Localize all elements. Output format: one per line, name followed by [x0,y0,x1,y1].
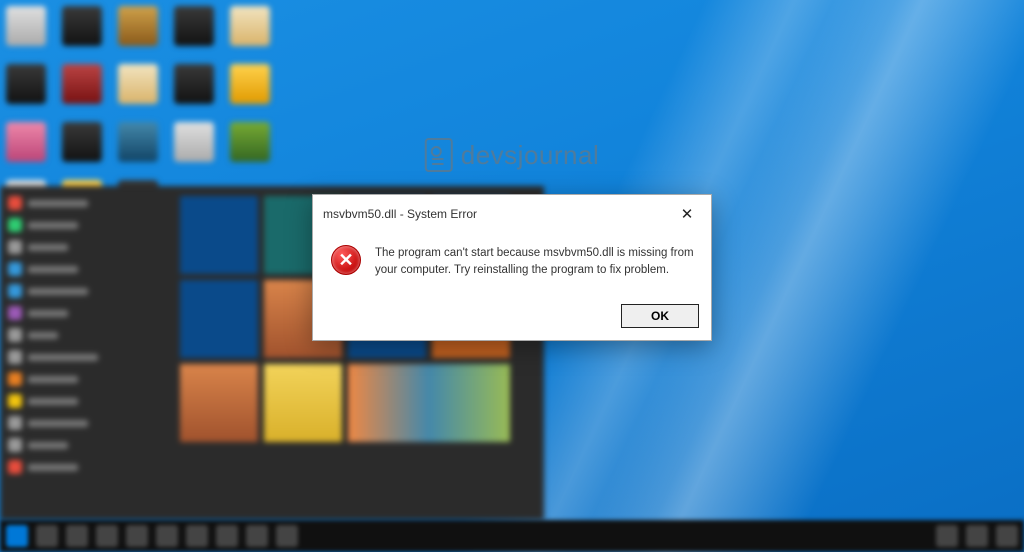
desktop-icon[interactable] [118,122,158,162]
desktop-icon[interactable] [6,64,46,104]
taskbar [0,520,1024,552]
dialog-message: The program can't start because msvbvm50… [375,245,695,278]
tray-icon[interactable] [996,525,1018,547]
list-item[interactable] [8,460,162,474]
taskbar-icon[interactable] [276,525,298,547]
taskbar-icon[interactable] [216,525,238,547]
list-item[interactable] [8,196,162,210]
error-x-icon: ✕ [338,251,353,269]
tray-icon[interactable] [936,525,958,547]
desktop-icon[interactable] [6,122,46,162]
desktop-icon[interactable] [6,6,46,46]
dialog-body: ✕ The program can't start because msvbvm… [313,231,711,296]
start-tile[interactable] [180,364,258,442]
desktop-icon[interactable] [230,64,270,104]
taskbar-icon[interactable] [36,525,58,547]
tray-icon[interactable] [966,525,988,547]
devsjournal-logo-icon [425,138,453,172]
list-item[interactable] [8,394,162,408]
close-button[interactable]: ✕ [673,203,701,225]
start-tile[interactable] [180,280,258,358]
close-icon: ✕ [681,205,694,223]
desktop-icon[interactable] [174,122,214,162]
taskbar-icon[interactable] [246,525,268,547]
list-item[interactable] [8,350,162,364]
list-item[interactable] [8,416,162,430]
start-button[interactable] [6,525,28,547]
list-item[interactable] [8,438,162,452]
list-item[interactable] [8,372,162,386]
list-item[interactable] [8,284,162,298]
list-item[interactable] [8,240,162,254]
ok-button[interactable]: OK [621,304,699,328]
error-icon: ✕ [331,245,361,275]
watermark: devsjournal [425,138,599,172]
start-tile[interactable] [264,364,342,442]
taskbar-icon[interactable] [126,525,148,547]
desktop-icon[interactable] [118,6,158,46]
start-tile[interactable] [348,364,510,442]
desktop-icon[interactable] [174,6,214,46]
desktop-icon[interactable] [118,64,158,104]
desktop-icon[interactable] [62,122,102,162]
desktop-icon[interactable] [230,6,270,46]
list-item[interactable] [8,262,162,276]
error-dialog: msvbvm50.dll - System Error ✕ ✕ The prog… [312,194,712,341]
start-menu-app-list [0,186,170,520]
list-item[interactable] [8,306,162,320]
watermark-text: devsjournal [461,140,599,171]
desktop-icon[interactable] [230,122,270,162]
list-item[interactable] [8,218,162,232]
taskbar-icon[interactable] [156,525,178,547]
taskbar-icon[interactable] [66,525,88,547]
dialog-titlebar[interactable]: msvbvm50.dll - System Error ✕ [313,195,711,231]
desktop-icon[interactable] [62,6,102,46]
list-item[interactable] [8,328,162,342]
desktop-icon[interactable] [174,64,214,104]
start-tile[interactable] [180,196,258,274]
dialog-footer: OK [313,296,711,340]
taskbar-icon[interactable] [96,525,118,547]
desktop-icon[interactable] [62,64,102,104]
taskbar-icon[interactable] [186,525,208,547]
dialog-title: msvbvm50.dll - System Error [323,207,477,221]
